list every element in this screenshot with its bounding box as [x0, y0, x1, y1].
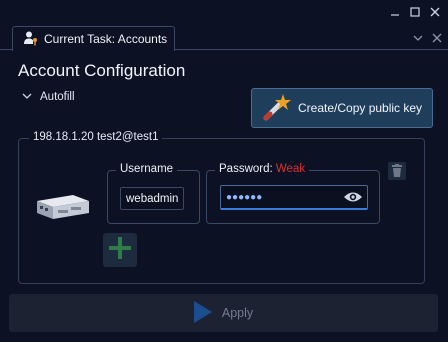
apply-button[interactable]: Apply [9, 294, 438, 332]
password-strength-badge: Weak [275, 163, 306, 175]
autofill-label: Autofill [40, 91, 75, 103]
password-legend-label: Password: [219, 163, 273, 175]
eye-icon[interactable] [343, 191, 363, 206]
trash-icon[interactable] [388, 162, 406, 180]
chevron-down-icon[interactable] [412, 30, 424, 48]
host-group: 198.18.1.20 test2@test1 Username webadmi… [18, 131, 425, 284]
minimize-icon[interactable] [388, 5, 402, 19]
create-copy-public-key-label: Create/Copy public key [298, 101, 423, 115]
password-input[interactable]: ●●●●●● [220, 185, 368, 210]
password-legend: Password: Weak [215, 163, 310, 175]
close-icon[interactable] [428, 5, 442, 19]
host-label: 198.18.1.20 test2@test1 [29, 131, 163, 143]
create-copy-public-key-button[interactable]: Create/Copy public key [251, 88, 433, 128]
play-icon [193, 300, 212, 326]
tab-bar: Current Task: Accounts [0, 24, 448, 51]
maximize-icon[interactable] [408, 5, 422, 19]
window-controls [388, 4, 442, 20]
apply-label: Apply [221, 306, 254, 320]
password-fieldset: Password: Weak ●●●●●● [206, 163, 380, 224]
password-masked-value: ●●●●●● [226, 191, 263, 203]
add-account-button[interactable] [103, 233, 137, 267]
page-title: Account Configuration [18, 61, 186, 80]
autofill-expander[interactable]: Autofill [22, 91, 75, 103]
tab-label: Current Task: Accounts [44, 32, 168, 46]
server-appliance-icon [33, 191, 93, 228]
username-legend: Username [116, 163, 178, 175]
plus-icon [108, 236, 132, 265]
user-key-icon [23, 30, 39, 49]
tab-close-icon[interactable] [432, 30, 442, 48]
tab-current-task[interactable]: Current Task: Accounts [12, 26, 175, 51]
username-input[interactable]: webadmin [120, 187, 184, 210]
magic-wand-icon [262, 92, 292, 125]
chevron-down-icon [22, 91, 32, 103]
username-fieldset: Username webadmin [107, 163, 200, 224]
